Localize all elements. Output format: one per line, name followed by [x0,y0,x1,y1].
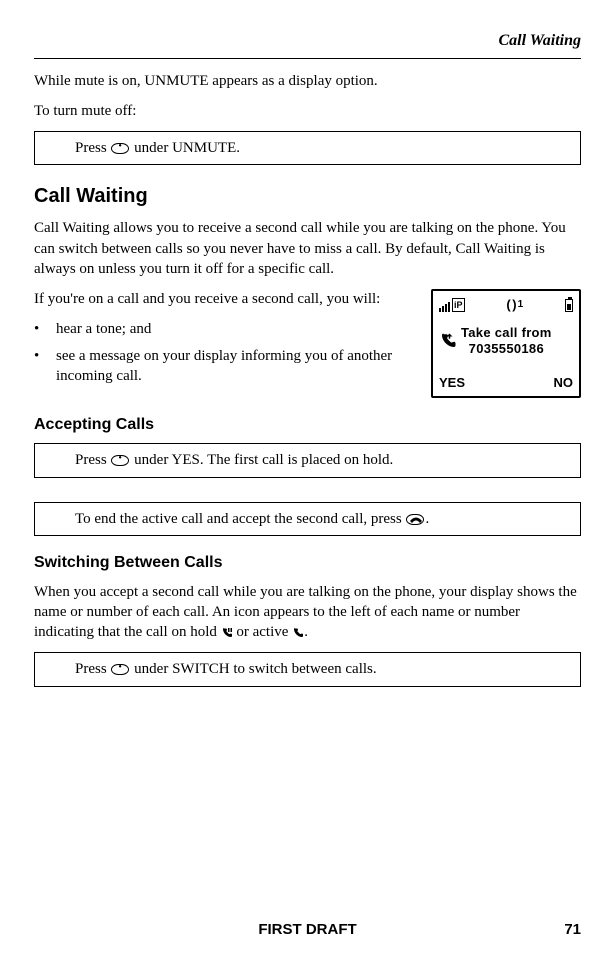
page-footer: FIRST DRAFT 71 [34,920,581,940]
second-call-lead: If you're on a call and you receive a se… [34,289,421,309]
bullet-message: see a message on your display informing … [56,346,421,387]
instruction-box-switch: Press under SWITCH to switch between cal… [34,652,581,686]
paren-icon: ( ) [506,296,515,314]
two-column-block: If you're on a call and you receive a se… [34,289,581,398]
instruction-box-unmute: Press under UNMUTE. [34,131,581,165]
end-call-icon [406,514,424,525]
subhead-switching-calls: Switching Between Calls [34,552,581,574]
line-one-icon: 1 [518,298,524,312]
screen-line1: Take call from [461,325,552,341]
mute-display-note: While mute is on, UNMUTE appears as a di… [34,71,581,91]
list-item: •see a message on your display informing… [34,346,421,387]
screen-line2: 7035550186 [461,341,552,357]
instruction-box-accept: Press under YES. The first call is place… [34,443,581,477]
softkey-icon [111,455,129,466]
turn-mute-off-label: To turn mute off: [34,101,581,121]
footer-draft-label: FIRST DRAFT [258,920,356,940]
box4-post: under SWITCH to switch between calls. [130,661,376,677]
softkey-yes: YES [439,374,465,392]
switching-para: When you accept a second call while you … [34,582,581,643]
page-number: 71 [564,920,581,940]
box3-post: . [425,511,429,527]
bullet-tone: hear a tone; and [56,319,151,339]
softkey-icon [111,664,129,675]
box2-post: under YES. The first call is placed on h… [130,452,393,468]
call-waiting-description: Call Waiting allows you to receive a sec… [34,218,581,279]
box1-pre: Press [75,140,110,156]
running-head: Call Waiting [34,30,581,52]
battery-icon [565,299,573,312]
active-icon [292,627,304,639]
hold-icon [221,627,233,639]
section-title-call-waiting: Call Waiting [34,183,581,210]
box1-post: under UNMUTE. [130,140,240,156]
phone-display-illustration: iP ( ) 1 Take call from 7035550186 YES N… [431,289,581,398]
ip-icon: iP [452,298,465,312]
switch-para-3: . [304,624,308,640]
incoming-call-icon [439,332,457,350]
instruction-box-end-accept: To end the active call and accept the se… [34,502,581,536]
header-rule [34,58,581,59]
box3-pre: To end the active call and accept the se… [75,511,405,527]
subhead-accepting-calls: Accepting Calls [34,414,581,436]
softkey-icon [111,143,129,154]
softkey-no: NO [554,374,574,392]
list-item: •hear a tone; and [34,319,421,339]
box2-pre: Press [75,452,110,468]
signal-icon [439,302,450,312]
box4-pre: Press [75,661,110,677]
switch-para-2: or active [233,624,293,640]
